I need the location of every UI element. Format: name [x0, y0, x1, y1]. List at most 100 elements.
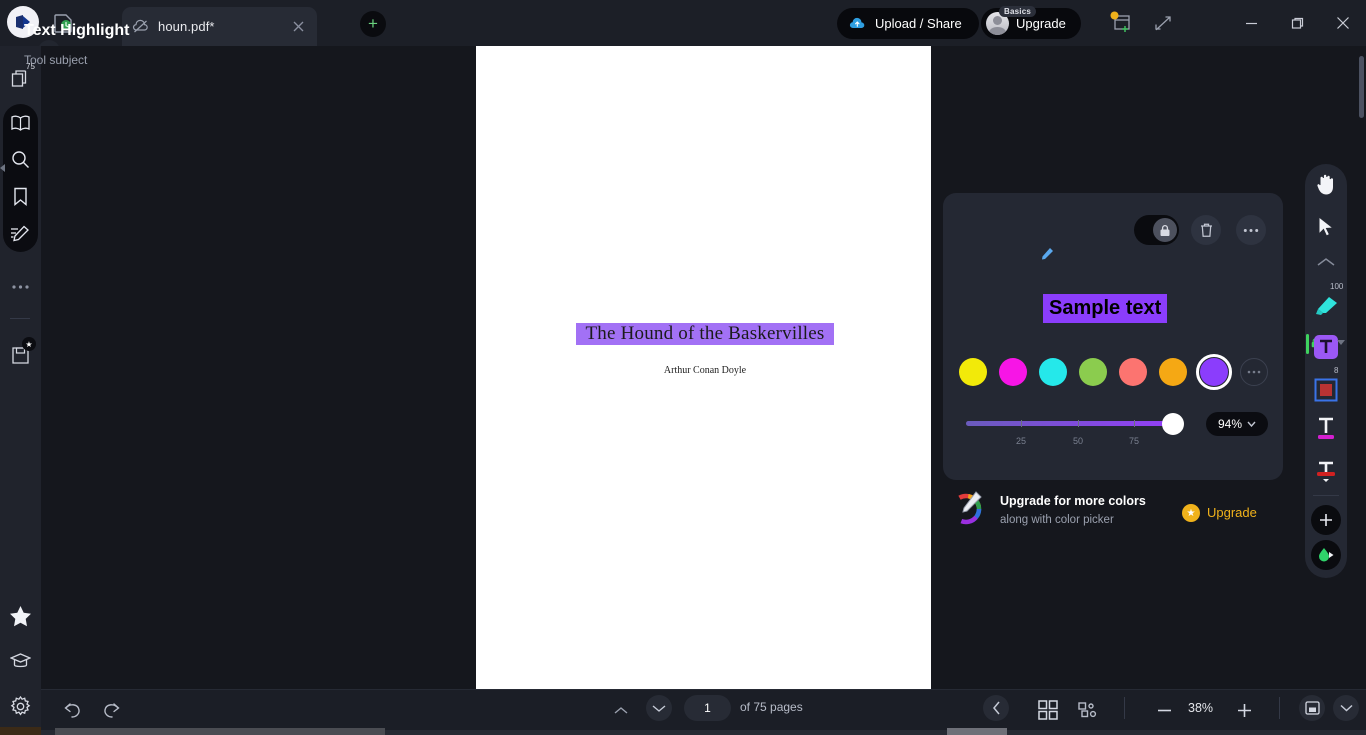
pdf-editor-window: houn.pdf* + Upload / Share Basics Upgrad… [0, 0, 1366, 735]
slider-tick-50 [1078, 420, 1079, 427]
add-window-icon[interactable] [1108, 10, 1134, 36]
zoom-out-button[interactable] [1152, 698, 1176, 722]
slider-tick-label-25: 25 [1015, 436, 1026, 446]
sidebar-item-search[interactable] [8, 147, 33, 172]
slider-tick-75 [1134, 420, 1135, 427]
color-picker-icon [946, 487, 986, 527]
toolbar-divider [1313, 495, 1339, 496]
upgrade-plan-button[interactable]: Basics Upgrade [981, 6, 1081, 39]
promo-title: Upgrade for more colors [1000, 494, 1146, 508]
title-bar: houn.pdf* + Upload / Share Basics Upgrad… [0, 0, 1366, 62]
save-premium-badge: ★ [22, 337, 36, 351]
opacity-value: 94% [1217, 417, 1243, 431]
ink-tool[interactable] [1311, 540, 1341, 570]
cloud-upload-icon [849, 17, 866, 30]
page-number-input[interactable]: 1 [684, 695, 731, 721]
bottom-divider-1 [1124, 697, 1125, 719]
cloud-off-icon [132, 19, 149, 34]
undo-icon[interactable] [60, 698, 84, 722]
minimize-icon[interactable] [1228, 0, 1274, 46]
text-highlight-tool[interactable] [1311, 332, 1341, 362]
page-total-label: of 75 pages [740, 700, 803, 714]
promo-upgrade-link[interactable]: Upgrade [1207, 505, 1257, 520]
highlighter-tool[interactable] [1311, 291, 1341, 321]
document-title-highlighted[interactable]: The Hound of the Baskervilles [576, 323, 834, 345]
upload-share-button[interactable]: Upload / Share [837, 8, 979, 39]
upgrade-label: Upgrade [1016, 16, 1066, 31]
fit-page-button[interactable] [1299, 695, 1325, 721]
shape-tool[interactable] [1311, 375, 1341, 405]
plan-badge: Basics [999, 6, 1036, 17]
back-button[interactable] [983, 695, 1009, 721]
slider-tick-label-75: 75 [1128, 436, 1139, 446]
chevron-down-icon [1247, 421, 1256, 427]
more-colors-button[interactable] [1240, 358, 1268, 386]
redo-icon[interactable] [99, 698, 123, 722]
upload-share-label: Upload / Share [875, 16, 962, 31]
sidebar-divider [10, 318, 30, 319]
opacity-slider-track[interactable] [966, 421, 1178, 426]
pencil-icon[interactable] [1041, 247, 1054, 260]
sample-text-preview: Sample text [1043, 294, 1168, 323]
sidebar-item-settings[interactable] [8, 694, 33, 719]
color-swatch-salmon[interactable] [1119, 358, 1147, 386]
window-close-icon[interactable] [1320, 0, 1366, 46]
active-tool-marker [1306, 334, 1309, 354]
restore-icon[interactable] [1274, 0, 1320, 46]
text-highlight-panel [943, 193, 1283, 480]
pan-hand-tool[interactable] [1311, 169, 1341, 199]
sidebar-expand-caret[interactable] [0, 164, 5, 172]
color-swatch-cyan[interactable] [1039, 358, 1067, 386]
next-page-button[interactable] [646, 695, 672, 721]
sidebar-item-annotations[interactable] [8, 221, 33, 246]
trash-icon[interactable] [1191, 215, 1221, 245]
text-strikeout-tool[interactable] [1311, 457, 1341, 487]
select-tool[interactable] [1311, 212, 1341, 242]
color-swatch-yellow[interactable] [959, 358, 987, 386]
document-tab[interactable]: houn.pdf* [122, 7, 317, 46]
more-horizontal-icon[interactable] [1236, 215, 1266, 245]
lock-toggle[interactable] [1134, 215, 1179, 245]
zoom-in-button[interactable] [1232, 698, 1256, 722]
grid-view-icon[interactable] [1036, 698, 1060, 722]
opacity-value-dropdown[interactable]: 94% [1206, 412, 1268, 436]
prev-page-button[interactable] [609, 698, 633, 722]
color-swatch-magenta[interactable] [999, 358, 1027, 386]
lock-icon [1153, 218, 1177, 242]
layout-view-icon[interactable] [1076, 698, 1100, 722]
expand-diagonal-icon[interactable] [1152, 12, 1174, 34]
bottom-divider-2 [1279, 697, 1280, 719]
highlighter-badge: 100 [1330, 282, 1344, 291]
star-icon: ★ [1182, 504, 1200, 522]
sidebar-item-more[interactable] [8, 274, 33, 299]
collapse-tools[interactable] [1311, 247, 1341, 277]
slider-tick-25 [1021, 420, 1022, 427]
opacity-slider-fill [966, 421, 1165, 426]
tab-title: houn.pdf* [158, 19, 215, 34]
color-swatch-purple[interactable] [1200, 358, 1228, 386]
close-icon[interactable] [289, 18, 307, 36]
opacity-slider-knob[interactable] [1162, 413, 1184, 435]
vertical-scrollbar[interactable] [1359, 56, 1364, 118]
sidebar-item-read-mode[interactable] [8, 110, 33, 135]
pdf-page[interactable]: The Hound of the Baskervilles Arthur Con… [476, 46, 931, 689]
panel-subtitle: Tool subject [24, 53, 88, 67]
zoom-level[interactable]: 38% [1188, 701, 1213, 715]
sidebar-item-bookmarks[interactable] [8, 184, 33, 209]
new-tab-button[interactable]: + [360, 11, 386, 37]
tool-dropdown-caret[interactable] [1337, 340, 1345, 345]
taskbar-segment-left [0, 727, 41, 735]
document-author: Arthur Conan Doyle [663, 365, 747, 376]
color-swatch-orange[interactable] [1159, 358, 1187, 386]
taskbar-segment-right [947, 728, 1007, 735]
slider-tick-label-50: 50 [1072, 436, 1083, 446]
promo-subtitle: along with color picker [1000, 514, 1114, 526]
view-options-button[interactable] [1333, 695, 1359, 721]
sidebar-item-learn[interactable] [8, 648, 33, 673]
add-tool[interactable] [1311, 505, 1341, 535]
text-underline-tool[interactable] [1311, 414, 1341, 444]
color-swatch-green[interactable] [1079, 358, 1107, 386]
sidebar-item-favorites[interactable] [8, 603, 33, 628]
left-sidebar: 75 ★ [0, 46, 41, 735]
panel-title: Text Highlight [24, 22, 130, 39]
